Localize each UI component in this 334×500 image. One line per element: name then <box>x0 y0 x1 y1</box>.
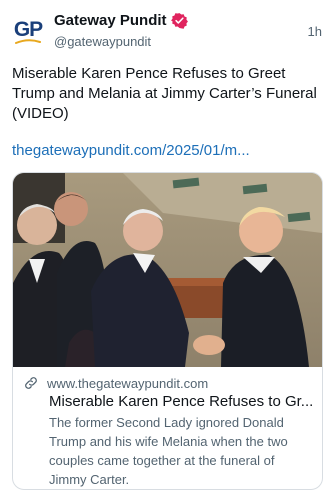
avatar-swoosh-icon <box>15 39 41 44</box>
avatar[interactable]: GP <box>12 14 44 46</box>
display-name[interactable]: Gateway Pundit <box>54 12 167 29</box>
post-text: Miserable Karen Pence Refuses to Greet T… <box>12 65 317 122</box>
post-time[interactable]: 1h <box>308 24 322 39</box>
card-title[interactable]: Miserable Karen Pence Refuses to Gr... <box>49 393 317 410</box>
post-header: GP Gateway Pundit @gatewaypundit 1h <box>12 10 322 54</box>
card-description: The former Second Lady ignored Donald Tr… <box>49 415 288 487</box>
link-icon <box>25 377 37 389</box>
link-preview-card[interactable]: www.thegatewaypundit.com Miserable Karen… <box>12 172 323 490</box>
card-image[interactable] <box>13 173 322 367</box>
name-row: Gateway Pundit <box>54 12 188 29</box>
card-domain-row: www.thegatewaypundit.com <box>23 375 208 391</box>
card-domain: www.thegatewaypundit.com <box>47 375 209 391</box>
post-link[interactable]: thegatewaypundit.com/2025/01/m... <box>12 142 250 159</box>
handle[interactable]: @gatewaypundit <box>54 34 151 49</box>
verified-badge-icon[interactable] <box>170 12 188 29</box>
